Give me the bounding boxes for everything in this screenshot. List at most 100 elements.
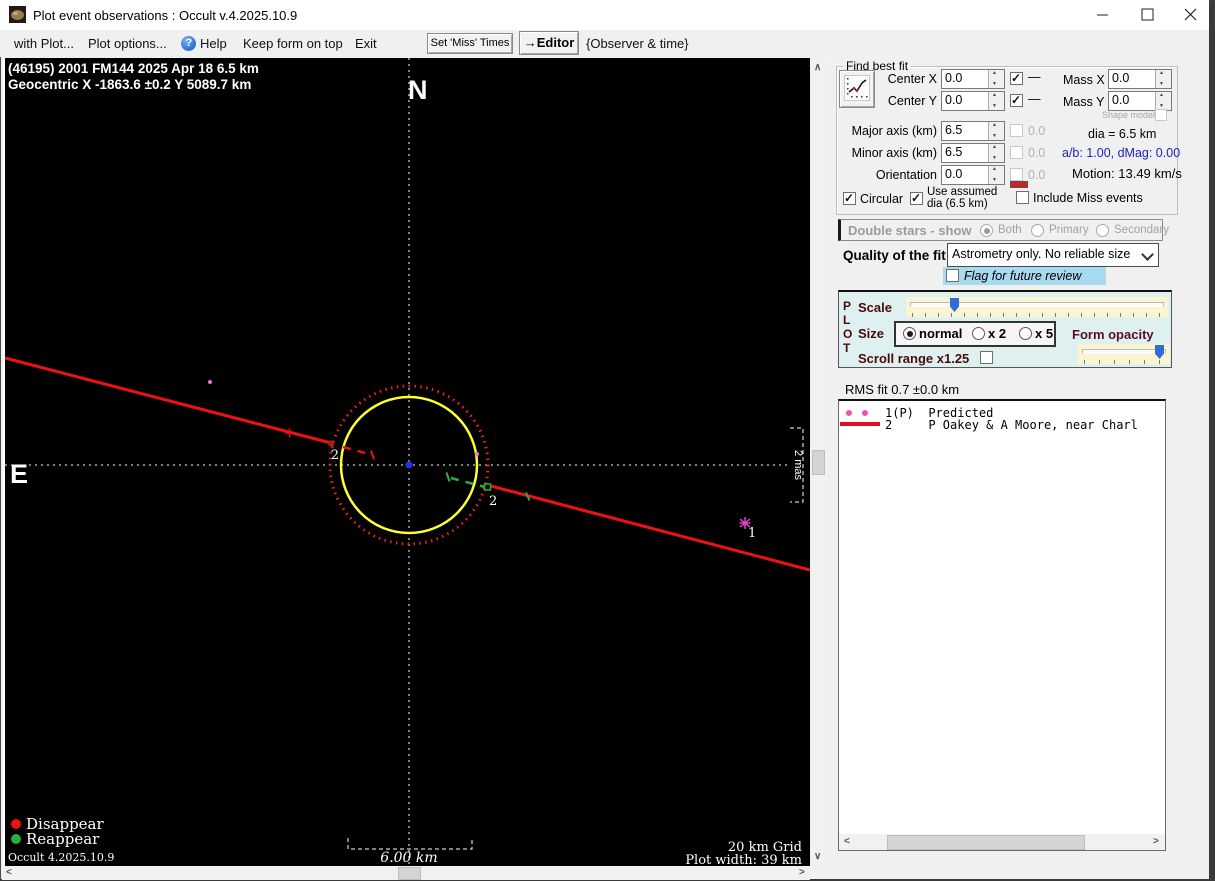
star-number: 1 [748,526,756,541]
form-opacity-slider[interactable] [1078,344,1170,364]
chord-right-number: 2 [489,494,497,509]
spinner-arrows-icon[interactable] [1155,70,1171,88]
major-axis-aux: 0.0 [1028,124,1046,138]
shape-model-checkbox[interactable] [1155,109,1167,121]
minor-axis-checkbox[interactable] [1010,146,1023,159]
center-x-spinner[interactable]: 0.0 [941,69,1005,89]
menu-exit[interactable]: Exit [355,36,377,51]
set-miss-times-button[interactable]: Set 'Miss' Times [427,33,513,54]
reappear-legend-label: Reappear [26,830,100,848]
slider-ticks [912,313,1166,317]
disappear-errorbar-cap [370,450,375,460]
scale-slider-thumb[interactable] [950,298,959,312]
size-x2-radio[interactable] [972,327,985,340]
include-miss-label: Include Miss events [1033,191,1143,205]
include-miss-checkbox[interactable] [1016,191,1029,204]
horizontal-scroll-thumb[interactable] [398,867,421,880]
menu-plot-options[interactable]: Plot options... [88,36,167,51]
plot-width-label: Plot width: 39 km [685,853,802,866]
circular-label: Circular [860,192,904,206]
app-icon [9,6,26,23]
double-primary-radio[interactable] [1031,224,1044,237]
maximize-button[interactable] [1125,0,1170,30]
scroll-range-checkbox[interactable] [980,351,993,364]
scroll-down-icon[interactable]: ∨ [814,852,821,862]
spinner-arrows-icon[interactable] [1155,92,1171,110]
chord-line-right [490,484,811,572]
motion-text: Motion: 13.49 km/s [1072,166,1182,181]
size-label: Size [858,326,885,341]
disappear-marker [328,440,334,446]
major-axis-checkbox[interactable] [1010,124,1023,137]
slider-groove [910,302,1164,307]
scroll-up-icon[interactable]: ∧ [814,63,821,73]
center-y-spinner[interactable]: 0.0 [941,91,1005,111]
scroll-right-icon[interactable]: > [1153,837,1159,847]
major-axis-spinner[interactable]: 6.5 [941,121,1005,141]
menu-with-plot[interactable]: with Plot... [14,36,74,51]
orientation-spinner[interactable]: 0.0 [941,165,1005,185]
reappear-errorbar-cap [445,472,451,482]
ab-dmag-text: a/b: 1.00, dMag: 0.00 [1062,146,1181,160]
circular-checkbox[interactable] [843,191,856,205]
center-x-value: 0.0 [945,71,963,85]
spinner-arrows-icon[interactable] [988,70,1004,88]
spinner-arrows-icon[interactable] [988,122,1004,140]
scroll-left-icon[interactable]: < [6,868,12,878]
orientation-checkbox[interactable] [1010,168,1023,181]
plot-area[interactable]: 2 2 1 (46195) 2001 FM144 2025 Apr 18 6.5… [3,58,812,868]
editor-button[interactable]: →Editor [519,31,579,55]
minor-axis-spinner[interactable]: 6.5 [941,143,1005,163]
minimize-button[interactable] [1080,0,1125,30]
slider-ticks [1084,360,1168,364]
reappear-legend-icon [11,834,21,844]
plot-letter-l: L [843,313,851,327]
double-both-label: Both [998,224,1022,236]
observation-row-2[interactable]: 2 P Oakey & A Moore, near Charl [885,418,1165,432]
close-button[interactable] [1170,0,1215,30]
rms-fit-text: RMS fit 0.7 ±0.0 km [845,382,960,397]
double-secondary-label: Secondary [1114,224,1169,236]
menu-help[interactable]: Help [200,36,227,51]
scroll-left-icon[interactable]: < [844,837,850,847]
listbox-scroll-thumb[interactable] [887,835,1085,850]
mass-x-spinner[interactable]: 0.0 [1108,69,1172,89]
predicted-dot-icon [862,410,868,416]
double-secondary-radio[interactable] [1096,224,1109,237]
spinner-arrows-icon[interactable] [988,166,1004,184]
form-opacity-thumb[interactable] [1155,345,1164,359]
minor-axis-aux: 0.0 [1028,146,1046,160]
east-label: E [10,459,28,489]
center-y-checkbox[interactable] [1010,93,1023,107]
plot-version-label: Occult 4.2025.10.9 [8,851,114,864]
plot-horizontal-scrollbar[interactable]: < > [2,866,810,880]
spinner-arrows-icon[interactable] [988,144,1004,162]
window-title: Plot event observations : Occult v.4.202… [33,8,298,23]
spinner-arrows-icon[interactable] [988,92,1004,110]
listbox-horizontal-scrollbar[interactable]: < > [839,834,1165,850]
quality-select[interactable]: Astrometry only. No reliable size [947,243,1159,267]
scale-slider[interactable] [906,297,1168,317]
assumed-dia-checkbox[interactable] [910,191,923,205]
north-label: N [408,75,428,105]
reappear-uncertainty-dash [450,476,486,489]
flag-checkbox[interactable] [946,269,959,282]
scroll-right-icon[interactable]: > [799,868,805,878]
orientation-aux: 0.0 [1028,168,1046,182]
observations-listbox[interactable]: 1(P) Predicted 2 P Oakey & A Moore, near… [838,399,1166,851]
plot-letter-o: O [843,327,853,341]
center-x-label: Center X [887,72,937,86]
help-icon[interactable] [181,36,196,51]
size-x5-radio[interactable] [1019,327,1032,340]
occultation-plot: 2 2 1 (46195) 2001 FM144 2025 Apr 18 6.5… [4,58,811,868]
minor-axis-label: Minor axis (km) [851,146,937,160]
chord-color-swatch [1010,181,1028,188]
menu-keep-on-top[interactable]: Keep form on top [243,36,343,51]
plot-vertical-scrollbar[interactable]: ∧ ∨ [810,58,826,866]
assumed-dia-label: Use assumed dia (6.5 km) [927,186,998,210]
mass-y-spinner[interactable]: 0.0 [1108,91,1172,111]
size-normal-radio[interactable] [903,327,916,340]
double-both-radio[interactable] [980,224,993,237]
vertical-scroll-thumb[interactable] [812,450,825,475]
center-x-checkbox[interactable] [1010,71,1023,85]
